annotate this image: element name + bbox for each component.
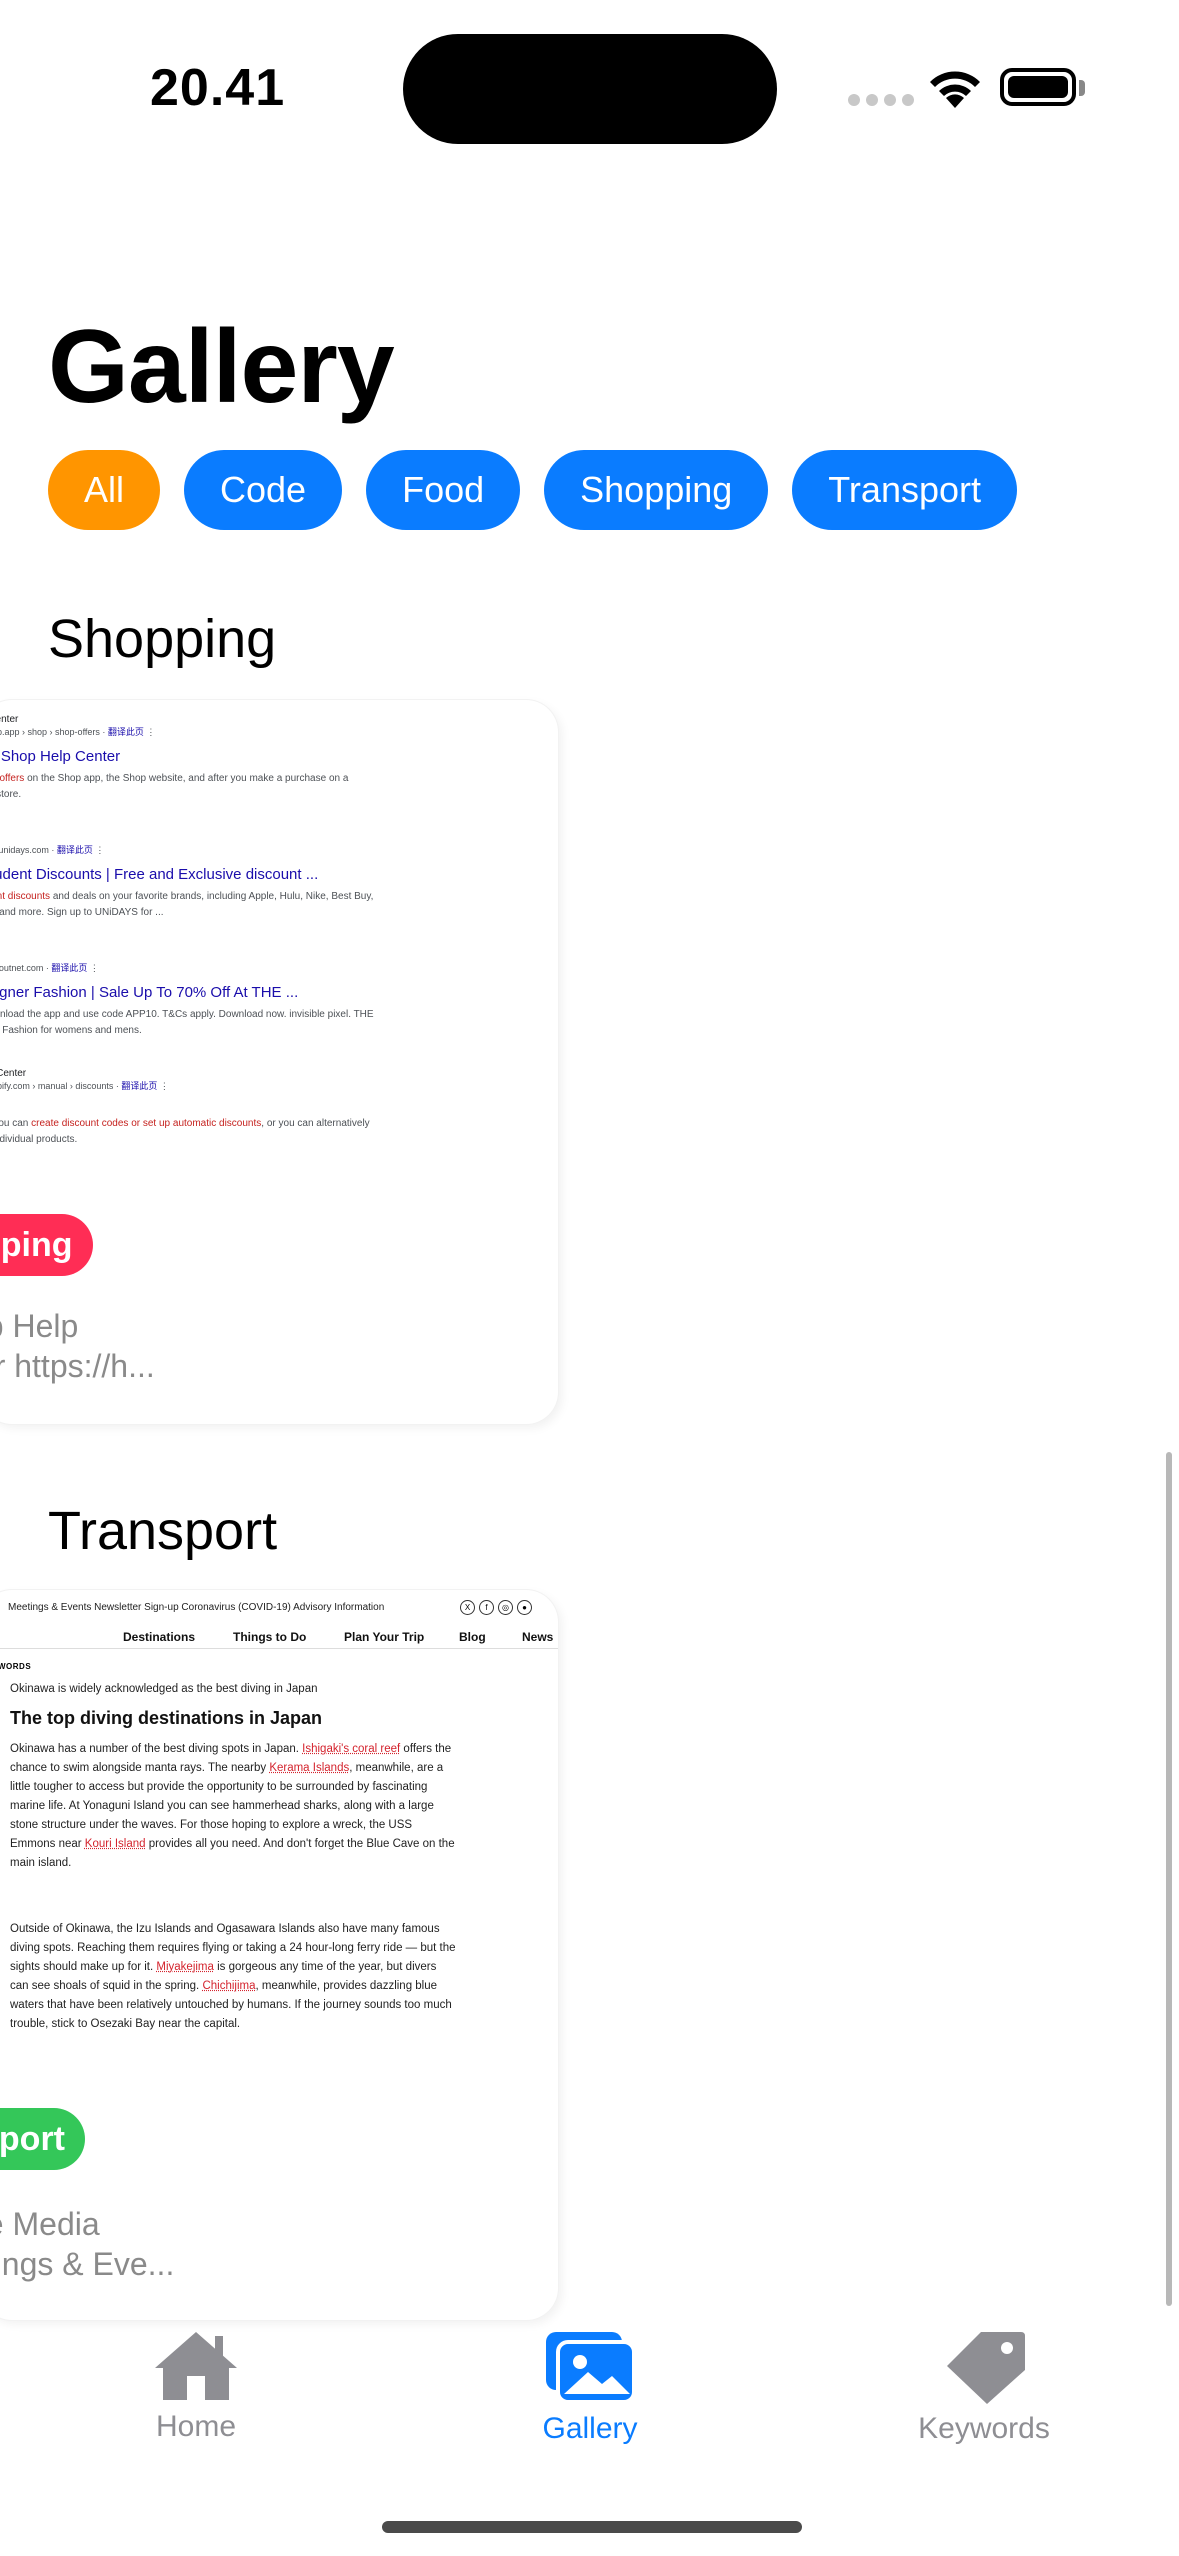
category-badge-shopping: pping	[0, 1214, 93, 1276]
filter-bar: All Code Food Shopping Transport	[48, 450, 1017, 530]
gallery-card-shopping[interactable]: p Center .shop.app › shop › shop-offers …	[0, 700, 558, 1424]
section-title-shopping: Shopping	[48, 609, 277, 669]
filter-all[interactable]: All	[48, 450, 161, 530]
status-time: 20.41	[150, 59, 286, 117]
card-caption: de Media etings & Eve...	[0, 2206, 175, 2282]
filter-code[interactable]: Code	[184, 450, 343, 530]
tab-gallery[interactable]: Gallery	[460, 2330, 720, 2446]
filter-transport[interactable]: Transport	[792, 450, 1017, 530]
battery-icon	[1000, 68, 1076, 106]
tab-home[interactable]: Home	[66, 2330, 326, 2444]
card-screenshot: p Center .shop.app › shop › shop-offers …	[0, 700, 558, 1180]
tab-keywords[interactable]: Keywords	[854, 2330, 1114, 2446]
cellular-signal-icon	[848, 94, 914, 106]
filter-shopping[interactable]: Shopping	[544, 450, 769, 530]
social-icons: Xf ◎ ●	[460, 1600, 532, 1615]
filter-food[interactable]: Food	[366, 450, 521, 530]
search-result: elp Center .shopify.com › manual › disco…	[0, 1068, 370, 1145]
house-icon	[155, 2332, 237, 2400]
page-title: Gallery	[48, 309, 395, 425]
scrollbar[interactable]	[1166, 1452, 1172, 2306]
search-result: p Center .shop.app › shop › shop-offers …	[0, 714, 349, 800]
article-paragraph: Outside of Okinawa, the Izu Islands and …	[10, 1923, 456, 2030]
gallery-card-transport[interactable]: Meetings & Events Newsletter Sign-up Cor…	[0, 1590, 558, 2320]
dynamic-island	[403, 34, 777, 144]
tag-icon	[947, 2332, 1025, 2404]
battery-cap	[1079, 80, 1085, 96]
search-result: s v.myunidays.com · 翻译此页 ⋮ Student Disco…	[0, 845, 374, 918]
card-caption: op Help ter https://h...	[0, 1308, 155, 1384]
category-badge-transport: sport	[0, 2108, 85, 2170]
photo-gallery-icon	[546, 2332, 636, 2404]
article-paragraph: Okinawa has a number of the best diving …	[10, 1743, 455, 1869]
card-screenshot: Meetings & Events Newsletter Sign-up Cor…	[0, 1590, 558, 2090]
search-result: et v.theoutnet.com · 翻译此页 ⋮ esigner Fash…	[0, 963, 374, 1036]
wifi-icon	[930, 71, 980, 108]
section-title-transport: Transport	[48, 1501, 278, 1561]
home-indicator[interactable]	[382, 2521, 802, 2533]
